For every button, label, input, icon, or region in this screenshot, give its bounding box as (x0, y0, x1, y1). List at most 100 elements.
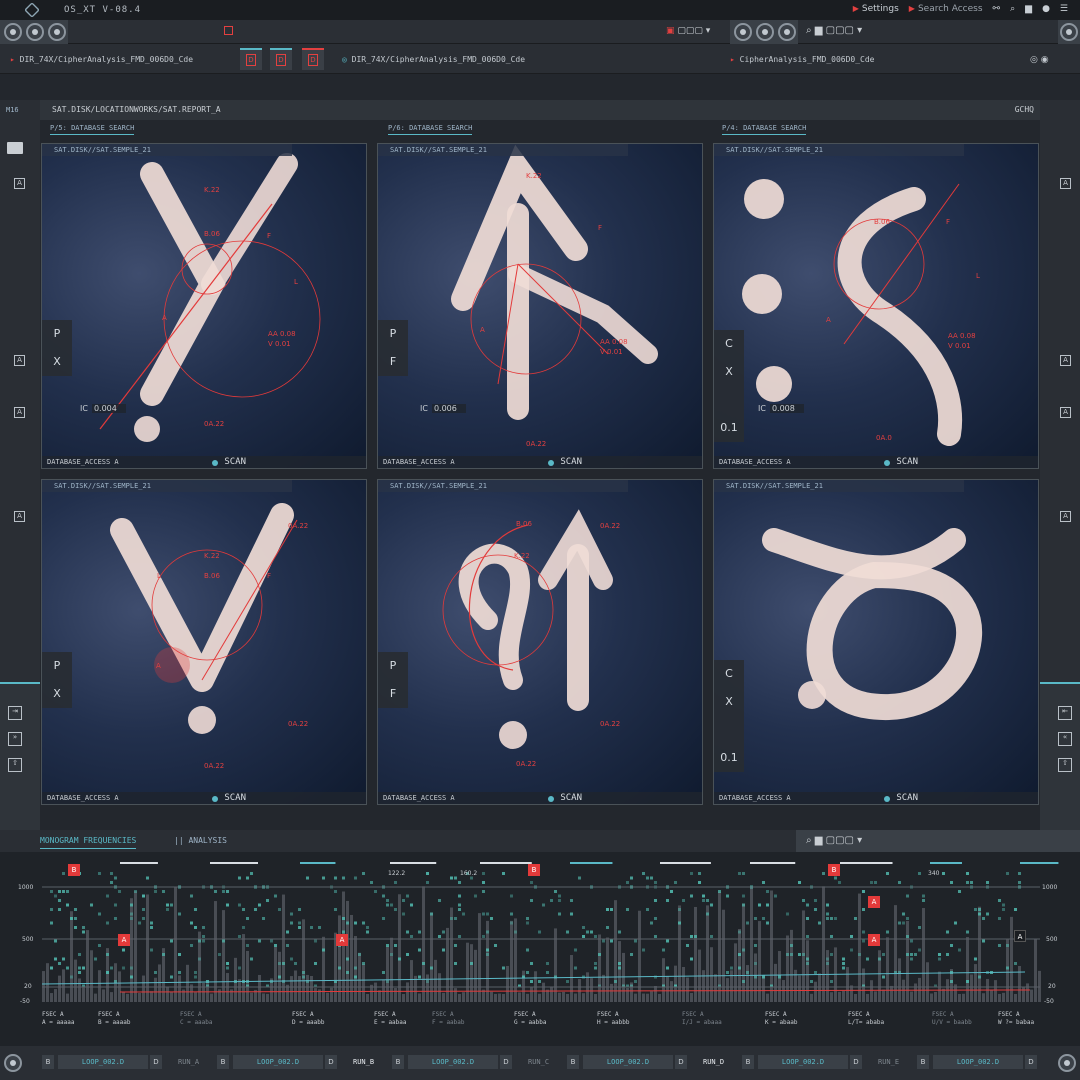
glyph-panel-2[interactable]: SAT.DISK//SAT.SEMPLE_21 K.22 F A AA 0.08… (377, 143, 703, 469)
frequency-cell (814, 971, 817, 974)
side-button-l1[interactable]: A (14, 178, 25, 189)
path-right[interactable]: ▸ CipherAnalysis_FMD_006D0_Cde (730, 55, 875, 64)
scan-button[interactable]: SCAN (212, 457, 246, 467)
db-tab-1[interactable]: P/5: DATABASE SEARCH (50, 124, 135, 135)
scan-button[interactable]: SCAN (884, 793, 918, 803)
loop-settings-button[interactable] (4, 1054, 22, 1072)
path-left[interactable]: ▸ DIR_74X/CipherAnalysis_FMD_006D0_Cde (10, 55, 193, 64)
loop-d-button[interactable]: D (675, 1055, 687, 1069)
frequency-bar (106, 948, 109, 1002)
side-button-l2[interactable]: A (14, 355, 25, 366)
loop-b-button[interactable]: B (742, 1055, 754, 1069)
loop-b-button[interactable]: B (392, 1055, 404, 1069)
loop-selector[interactable]: LOOP_002.D (583, 1055, 673, 1069)
a-marker[interactable]: A (1014, 930, 1026, 942)
tool-button-3[interactable] (48, 23, 66, 41)
loop-b-button[interactable]: B (217, 1055, 229, 1069)
run-label[interactable]: RUN_D (703, 1058, 724, 1066)
tool-button-5[interactable] (756, 23, 774, 41)
frequency-bar (462, 992, 465, 1002)
toolbar-search-icon[interactable]: ⌕ ▆ ▢▢▢ ▾ (806, 25, 862, 36)
frequency-cell (226, 966, 229, 970)
back-icon[interactable]: ⇤ (1058, 706, 1072, 720)
link-icon[interactable]: ⚯ (993, 4, 1001, 14)
doc-tab-3[interactable]: D (302, 48, 324, 70)
glyph-panel-6[interactable]: SAT.DISK//SAT.SEMPLE_21 C X 0.1 DATABASE… (713, 479, 1039, 805)
loop-d-button[interactable]: D (325, 1055, 337, 1069)
tool-button-6[interactable] (778, 23, 796, 41)
folder-icon[interactable]: ▆ (1025, 4, 1032, 14)
loop-d-button[interactable]: D (150, 1055, 162, 1069)
side-button-r4[interactable]: A (1060, 511, 1071, 522)
side-button-r2[interactable]: A (1060, 355, 1071, 366)
scan-button[interactable]: SCAN (212, 793, 246, 803)
forward-icon[interactable]: ⇥ (8, 706, 22, 720)
annotation: L (294, 278, 298, 286)
glyph-panel-5[interactable]: SAT.DISK//SAT.SEMPLE_21 B.06 K.22 0A.22 … (377, 479, 703, 805)
marker-badge[interactable]: A (118, 934, 130, 946)
loop-b-button[interactable]: B (42, 1055, 54, 1069)
upload-icon-right[interactable]: ⇧ (1058, 758, 1072, 772)
marker-badge[interactable]: A (868, 934, 880, 946)
marker-badge[interactable]: B (68, 864, 80, 876)
run-label[interactable]: RUN_E (878, 1058, 899, 1066)
frequency-cell (382, 894, 385, 898)
loop-selector[interactable]: LOOP_002.D (758, 1055, 848, 1069)
upload-icon[interactable]: ⇧ (8, 758, 22, 772)
path-middle[interactable]: ◎ DIR_74X/CipherAnalysis_FMD_006D0_Cde (342, 55, 525, 64)
rewind-icon[interactable]: « (1058, 732, 1072, 746)
glyph-panel-1[interactable]: SAT.DISK//SAT.SEMPLE_21 K.22 B.06 F L A … (41, 143, 367, 469)
marker-badge[interactable]: B (528, 864, 540, 876)
loop-settings-button-right[interactable] (1058, 1054, 1076, 1072)
menu-icon[interactable]: ☰ (1060, 4, 1068, 14)
user-icon[interactable]: ● (1042, 4, 1050, 14)
side-button-l4[interactable]: A (14, 511, 25, 522)
search-access-link[interactable]: ▶ Search Access (909, 4, 983, 14)
tab-monogram-frequencies[interactable]: MONOGRAM FREQUENCIES (40, 836, 137, 849)
frequency-bar (274, 946, 277, 1002)
scan-button[interactable]: SCAN (884, 457, 918, 467)
tool-button-1[interactable] (4, 23, 22, 41)
side-button-r3[interactable]: A (1060, 407, 1071, 418)
tool-button-2[interactable] (26, 23, 44, 41)
glyph-panel-3[interactable]: SAT.DISK//SAT.SEMPLE_21 B.06 F L A AA 0.… (713, 143, 1039, 469)
close-icon[interactable] (224, 26, 233, 35)
window-controls-icon[interactable]: ▣ ▢▢▢ ▾ (666, 26, 710, 36)
loop-selector[interactable]: LOOP_002.D (233, 1055, 323, 1069)
glyph-panel-4[interactable]: SAT.DISK//SAT.SEMPLE_21 K.22 B.06 L F A … (41, 479, 367, 805)
tool-button-4[interactable] (734, 23, 752, 41)
run-label[interactable]: RUN_C (528, 1058, 549, 1066)
loop-d-button[interactable]: D (1025, 1055, 1037, 1069)
marker-badge[interactable]: A (868, 896, 880, 908)
loop-selector[interactable]: LOOP_002.D (58, 1055, 148, 1069)
db-tab-2[interactable]: P/6: DATABASE SEARCH (388, 124, 473, 135)
doc-tab-2[interactable]: D (270, 48, 292, 70)
fast-forward-icon[interactable]: » (8, 732, 22, 746)
frequency-cell (226, 890, 229, 893)
loop-d-button[interactable]: D (850, 1055, 862, 1069)
loop-b-button[interactable]: B (917, 1055, 929, 1069)
path-row-toggle-icon[interactable]: ◎ ◉ (1030, 55, 1049, 65)
side-button-l3[interactable]: A (14, 407, 25, 418)
tool-button-7[interactable] (1060, 23, 1078, 41)
run-label[interactable]: RUN_A (178, 1058, 199, 1066)
tab-analysis[interactable]: || ANALYSIS (174, 836, 227, 845)
sidebar-folder-icon[interactable] (7, 142, 23, 154)
settings-link[interactable]: ▶ Settings (853, 4, 899, 14)
loop-b-button[interactable]: B (567, 1055, 579, 1069)
marker-badge[interactable]: B (828, 864, 840, 876)
run-label[interactable]: RUN_B (353, 1058, 374, 1066)
loop-selector[interactable]: LOOP_002.D (408, 1055, 498, 1069)
doc-tab-1[interactable]: D (240, 48, 262, 70)
loop-selector[interactable]: LOOP_002.D (933, 1055, 1023, 1069)
freq-search-icon[interactable]: ⌕ ▆ ▢▢▢ ▾ (806, 835, 862, 846)
marker-badge[interactable]: A (336, 934, 348, 946)
annotation: 0A.22 (526, 440, 547, 448)
search-icon[interactable]: ⌕ (1010, 4, 1015, 14)
side-button-r1[interactable]: A (1060, 178, 1071, 189)
db-tab-3[interactable]: P/4: DATABASE SEARCH (722, 124, 807, 135)
scan-button[interactable]: SCAN (548, 793, 582, 803)
frequency-cell (698, 872, 701, 875)
loop-d-button[interactable]: D (500, 1055, 512, 1069)
scan-button[interactable]: SCAN (548, 457, 582, 467)
